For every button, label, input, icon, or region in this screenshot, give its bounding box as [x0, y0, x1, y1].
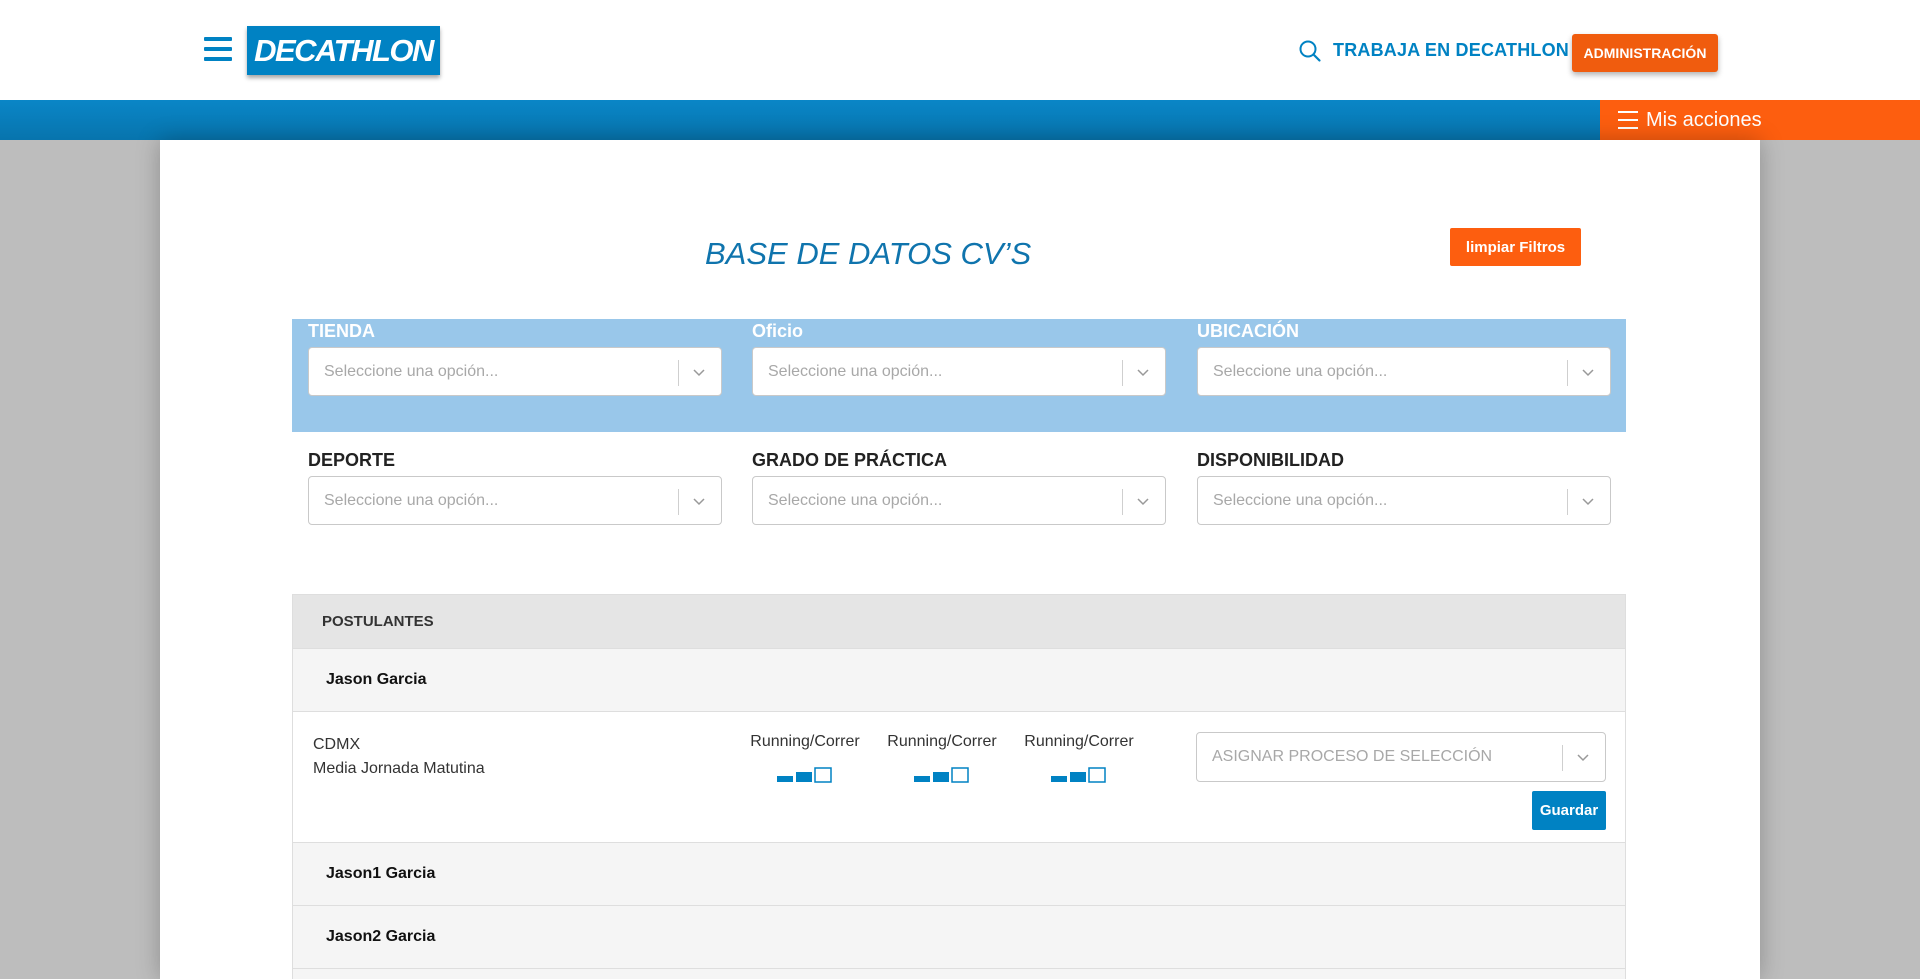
filter-deporte: DEPORTE Seleccione una opción...: [308, 450, 722, 525]
chevron-down-icon: [1582, 369, 1594, 377]
level-bar: [777, 776, 793, 782]
select-placeholder: Seleccione una opción...: [324, 362, 499, 380]
filter-label: DEPORTE: [308, 450, 396, 470]
mis-acciones-button[interactable]: Mis acciones: [1600, 100, 1920, 140]
assign-process-select[interactable]: ASIGNAR PROCESO DE SELECCIÓN: [1196, 732, 1606, 782]
main-panel: BASE DE DATOS CV’S limpiar Filtros TIEND…: [160, 140, 1760, 979]
filter-label: DISPONIBILIDAD: [1197, 450, 1345, 470]
postulantes-header: POSTULANTES: [293, 595, 1625, 649]
applicant-row[interactable]: Jason1 Garcia: [293, 843, 1625, 906]
applicant-row[interactable]: Jason Garcia: [293, 649, 1625, 712]
filter-label: UBICACIÓN: [1197, 321, 1299, 341]
level-bar: [814, 767, 832, 783]
sport-item: Running/Correr: [740, 733, 870, 783]
guardar-button[interactable]: Guardar: [1532, 791, 1606, 830]
filter-oficio: Oficio Seleccione una opción...: [752, 321, 1166, 396]
deporte-select[interactable]: Seleccione una opción...: [308, 476, 722, 525]
applicant-name: Jason Garcia: [326, 671, 427, 688]
level-bar: [1088, 767, 1106, 783]
applicant-location: CDMX: [313, 736, 361, 753]
applicant-info: CDMX Media Jornada Matutina: [313, 733, 485, 781]
chevron-down-icon: [1577, 754, 1589, 762]
filter-label: GRADO DE PRÁCTICA: [752, 450, 948, 470]
postulantes-section: POSTULANTES Jason Garcia CDMX Media Jorn…: [292, 594, 1626, 979]
trabaja-en-decathlon-link[interactable]: TRABAJA EN DECATHLON: [1333, 40, 1569, 61]
applicant-row[interactable]: Jason2 Garcia: [293, 906, 1625, 969]
select-placeholder: Seleccione una opción...: [768, 362, 943, 380]
chevron-down-icon: [693, 369, 705, 377]
filter-label: Oficio: [752, 321, 804, 341]
disponibilidad-select[interactable]: Seleccione una opción...: [1197, 476, 1611, 525]
chevron-down-icon: [1137, 498, 1149, 506]
ubicacion-select[interactable]: Seleccione una opción...: [1197, 347, 1611, 396]
search-icon[interactable]: [1298, 39, 1322, 63]
level-bar: [951, 767, 969, 783]
filter-grado-practica: GRADO DE PRÁCTICA Seleccione una opción.…: [752, 450, 1166, 525]
sport-item: Running/Correr: [877, 733, 1007, 783]
select-placeholder: Seleccione una opción...: [1213, 362, 1388, 380]
chevron-down-icon: [1582, 498, 1594, 506]
select-placeholder: Seleccione una opción...: [1213, 491, 1388, 509]
applicant-detail: CDMX Media Jornada Matutina Running/Corr…: [293, 712, 1625, 843]
level-bar: [1070, 772, 1086, 782]
top-header: DECATHLON TRABAJA EN DECATHLON ADMINISTR…: [0, 0, 1920, 100]
filter-ubicacion: UBICACIÓN Seleccione una opción...: [1197, 321, 1611, 396]
select-placeholder: Seleccione una opción...: [324, 491, 499, 509]
page-title: BASE DE DATOS CV’S: [705, 236, 1032, 271]
select-placeholder: Seleccione una opción...: [768, 491, 943, 509]
practice-level-icon: [1051, 767, 1106, 783]
filter-label: TIENDA: [308, 321, 375, 341]
applicant-name: Jason1 Garcia: [326, 865, 436, 882]
assign-process: ASIGNAR PROCESO DE SELECCIÓN: [1196, 732, 1606, 782]
level-bar: [796, 772, 812, 782]
administracion-button[interactable]: ADMINISTRACIÓN: [1572, 34, 1718, 72]
level-bar: [1051, 776, 1067, 782]
applicant-availability: Media Jornada Matutina: [313, 760, 485, 777]
practice-level-icon: [777, 767, 832, 783]
grado-practica-select[interactable]: Seleccione una opción...: [752, 476, 1166, 525]
level-bar: [933, 772, 949, 782]
tienda-select[interactable]: Seleccione una opción...: [308, 347, 722, 396]
practice-level-icon: [914, 767, 969, 783]
sport-item: Running/Correr: [1014, 733, 1144, 783]
chevron-down-icon: [693, 498, 705, 506]
menu-icon: [1618, 111, 1638, 129]
sport-name: Running/Correr: [1024, 733, 1134, 750]
filter-tienda: TIENDA Seleccione una opción...: [308, 321, 722, 396]
mis-acciones-label: Mis acciones: [1646, 108, 1762, 131]
filter-disponibilidad: DISPONIBILIDAD Seleccione una opción...: [1197, 450, 1611, 525]
hamburger-menu-icon[interactable]: [204, 37, 232, 63]
decathlon-logo[interactable]: DECATHLON: [247, 26, 440, 75]
clear-filters-button[interactable]: limpiar Filtros: [1450, 228, 1581, 266]
applicant-name: Jason2 Garcia: [326, 928, 436, 945]
oficio-select[interactable]: Seleccione una opción...: [752, 347, 1166, 396]
chevron-down-icon: [1137, 369, 1149, 377]
sport-name: Running/Correr: [750, 733, 860, 750]
level-bar: [914, 776, 930, 782]
sport-name: Running/Correr: [887, 733, 997, 750]
select-placeholder: ASIGNAR PROCESO DE SELECCIÓN: [1212, 748, 1493, 765]
